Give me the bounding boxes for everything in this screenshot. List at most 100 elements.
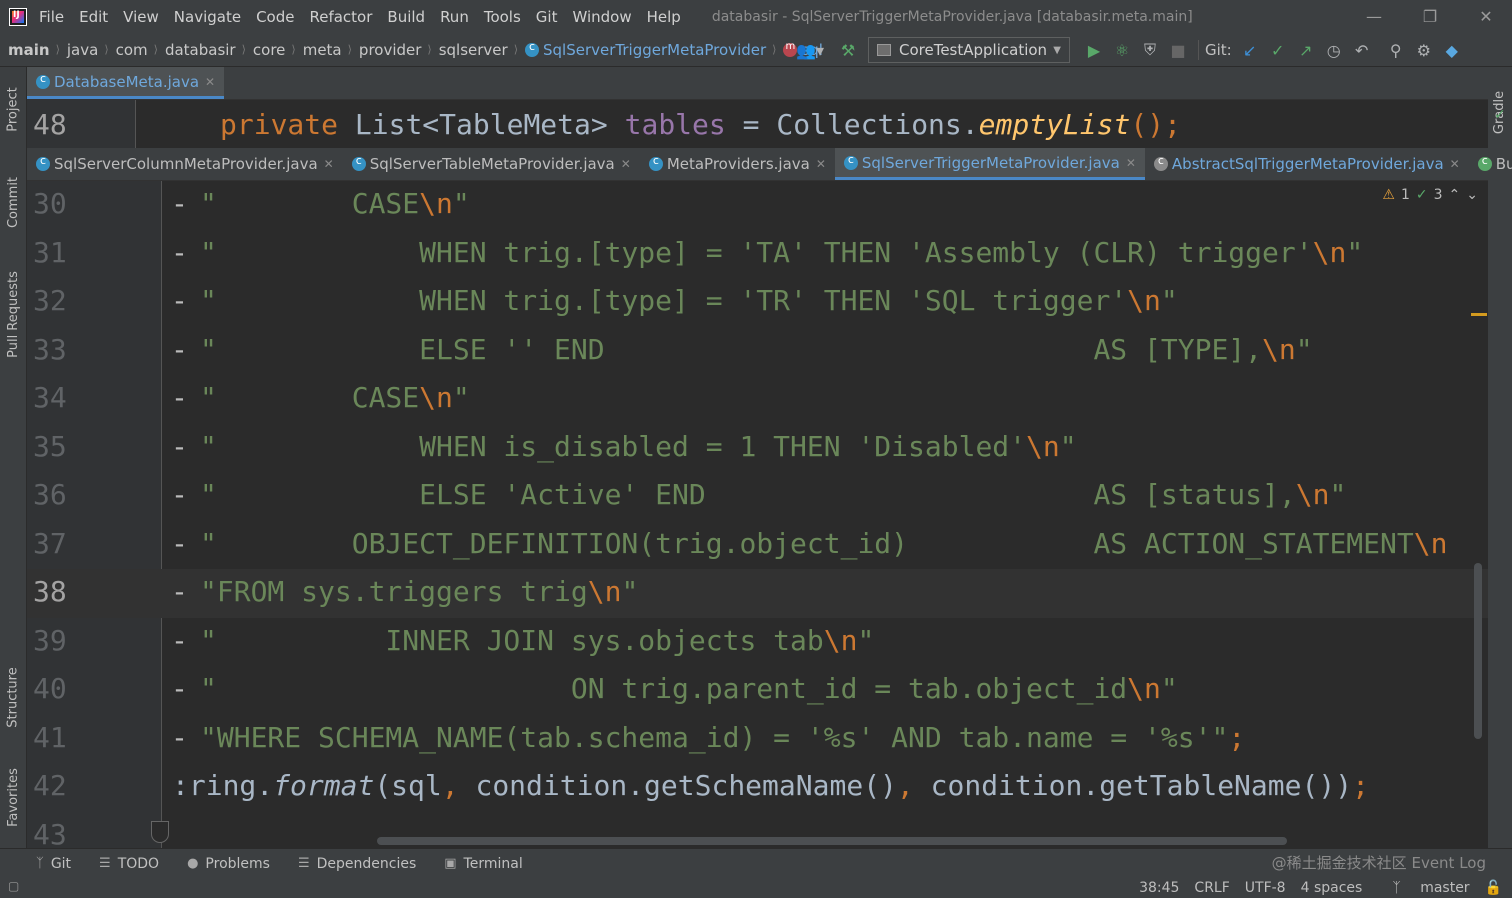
fold-marker[interactable]: -	[171, 187, 188, 220]
menu-navigate[interactable]: Navigate	[174, 8, 241, 26]
close-window-icon[interactable]: ✕	[1458, 0, 1512, 33]
code-line[interactable]: 34 - " CASE\n"	[27, 375, 1488, 424]
fold-marker[interactable]: -	[171, 430, 188, 463]
vertical-scrollbar[interactable]	[1474, 563, 1482, 739]
tool-window-favorites[interactable]: Favorites	[0, 752, 27, 842]
git-branch[interactable]: ᛉ master	[1377, 880, 1469, 896]
code-line[interactable]: 38 - "FROM sys.triggers trig\n"	[27, 569, 1488, 618]
breadcrumb-core[interactable]: core	[246, 41, 286, 59]
minimize-icon[interactable]: —	[1346, 0, 1402, 33]
code-line[interactable]: 35 - " WHEN is_disabled = 1 THEN 'Disabled…	[27, 424, 1488, 473]
close-icon[interactable]: ✕	[621, 157, 631, 171]
fold-marker[interactable]: -	[171, 284, 188, 317]
tool-dependencies[interactable]: ☰ Dependencies	[298, 856, 416, 872]
breadcrumb-sqlserver[interactable]: sqlserver	[432, 41, 508, 59]
close-icon[interactable]: ✕	[324, 157, 334, 171]
menu-build[interactable]: Build	[387, 8, 425, 26]
breadcrumb-com[interactable]: com	[109, 41, 148, 59]
fold-marker[interactable]: -	[171, 381, 188, 414]
breadcrumb-databasir[interactable]: databasir	[158, 41, 236, 59]
breadcrumb-main[interactable]: main	[0, 41, 50, 59]
code-line[interactable]: 42:ring.format(sql, condition.getSchemaN…	[27, 763, 1488, 812]
menu-edit[interactable]: Edit	[79, 8, 108, 26]
code-line[interactable]: 37 - " OBJECT_DEFINITION(trig.object_id) A…	[27, 521, 1488, 570]
tab-build[interactable]: Buil⌄	[1469, 148, 1512, 180]
git-push-icon[interactable]: ↗	[1292, 36, 1320, 64]
chevron-down-icon[interactable]: ⌄	[1466, 187, 1478, 203]
lock-icon[interactable]: 🔓	[1485, 880, 1502, 896]
event-log[interactable]: Event Log	[1411, 854, 1486, 872]
run-config-selector[interactable]: CoreTestApplication ▼	[868, 37, 1070, 63]
git-update-icon[interactable]: ↙	[1236, 36, 1264, 64]
debug-icon[interactable]: ⚛	[1108, 36, 1136, 64]
code-line[interactable]: 41 - "WHERE SCHEMA_NAME(tab.schema_id) = '…	[27, 715, 1488, 764]
tool-window-pull-requests[interactable]: Pull Requests	[0, 257, 27, 372]
breadcrumb-meta[interactable]: meta	[296, 41, 342, 59]
coverage-icon[interactable]: ⛨	[1136, 36, 1164, 64]
code-line[interactable]: 32 - " WHEN trig.[type] = 'TR' THEN 'SQL t…	[27, 278, 1488, 327]
close-icon[interactable]: ✕	[1126, 156, 1136, 170]
code-line[interactable]: 30 - " CASE\n"	[27, 181, 1488, 230]
fold-marker[interactable]: -	[171, 333, 188, 366]
run-icon[interactable]: ▶	[1080, 36, 1108, 64]
menu-run[interactable]: Run	[440, 8, 469, 26]
sticky-code[interactable]: private List<TableMeta> tables = Collect…	[220, 108, 1181, 141]
fold-end-icon[interactable]	[151, 821, 169, 843]
breadcrumb-java[interactable]: java	[60, 41, 98, 59]
menu-refactor[interactable]: Refactor	[309, 8, 372, 26]
code-line[interactable]: 31 - " WHEN trig.[type] = 'TA' THEN 'Assem…	[27, 230, 1488, 279]
tab-tablemetaprovider[interactable]: SqlServerTableMetaProvider.java ✕	[343, 148, 640, 180]
tab-databasemeta[interactable]: DatabaseMeta.java ✕	[27, 67, 225, 99]
build-hammer-icon[interactable]: ⚒	[834, 36, 862, 64]
fold-marker[interactable]: -	[171, 624, 188, 657]
chevron-up-icon[interactable]: ⌃	[1449, 187, 1461, 203]
tab-columnmetaprovider[interactable]: SqlServerColumnMetaProvider.java ✕	[27, 148, 343, 180]
code-editor[interactable]: 30- " CASE\n" 31- " WHEN trig.[type] = 'TA'…	[27, 181, 1488, 848]
menu-view[interactable]: View	[123, 8, 159, 26]
rollback-icon[interactable]: ↶	[1348, 36, 1376, 64]
menu-window[interactable]: Window	[572, 8, 631, 26]
tab-triggermetaprovider[interactable]: SqlServerTriggerMetaProvider.java ✕	[834, 148, 1145, 180]
restore-icon[interactable]: ❐	[1402, 0, 1458, 33]
fold-marker[interactable]: -	[171, 672, 188, 705]
code-line[interactable]: 36 - " ELSE 'Active' END AS [status],\n"	[27, 472, 1488, 521]
tool-window-project[interactable]: Project	[0, 69, 27, 149]
menu-git[interactable]: Git	[536, 8, 558, 26]
inspection-widget[interactable]: ⚠ 1 ✓ 3 ⌃ ⌄	[1382, 187, 1478, 203]
close-icon[interactable]: ✕	[816, 157, 826, 171]
fold-marker[interactable]: -	[171, 575, 188, 608]
layout-icon[interactable]: ▢	[8, 879, 19, 893]
breadcrumb-provider[interactable]: provider	[352, 41, 422, 59]
menu-code[interactable]: Code	[256, 8, 294, 26]
fold-marker[interactable]: -	[171, 721, 188, 754]
code-line[interactable]: 33 - " ELSE '' END AS [TYPE],\n"	[27, 327, 1488, 376]
horizontal-scrollbar[interactable]	[377, 837, 1287, 845]
indent-setting[interactable]: 4 spaces	[1301, 880, 1363, 896]
warning-marker[interactable]	[1471, 313, 1487, 316]
menu-file[interactable]: File	[39, 8, 64, 26]
tool-window-commit[interactable]: Commit	[0, 162, 27, 242]
gear-icon[interactable]: ⚙	[1410, 36, 1438, 64]
tool-problems[interactable]: ● Problems	[187, 856, 270, 872]
menu-help[interactable]: Help	[647, 8, 681, 26]
search-icon[interactable]: ⚲	[1382, 36, 1410, 64]
tool-terminal[interactable]: ▣ Terminal	[444, 856, 522, 872]
tool-window-structure[interactable]: Structure	[0, 652, 27, 742]
breadcrumb-class[interactable]: SqlServerTriggerMetaProvider	[518, 40, 766, 59]
tab-metaproviders[interactable]: MetaProviders.java ✕	[640, 148, 835, 180]
code-line[interactable]: 40 - " ON trig.parent_id = tab.object_id\n…	[27, 666, 1488, 715]
fold-marker[interactable]: -	[171, 527, 188, 560]
close-icon[interactable]: ✕	[1450, 157, 1460, 171]
add-user-icon[interactable]: 👥▾	[796, 36, 824, 64]
git-commit-icon[interactable]: ✓	[1264, 36, 1292, 64]
caret-position[interactable]: 38:45	[1139, 880, 1179, 896]
history-icon[interactable]: ◷	[1320, 36, 1348, 64]
tab-abstracttriggermetaprovider[interactable]: AbstractSqlTriggerMetaProvider.java ✕	[1145, 148, 1469, 180]
close-icon[interactable]: ✕	[205, 75, 215, 89]
tool-git[interactable]: ᛉ Git	[36, 856, 71, 872]
stop-icon[interactable]: ■	[1164, 36, 1192, 64]
fold-marker[interactable]: -	[171, 478, 188, 511]
fold-marker[interactable]: -	[171, 236, 188, 269]
toolbox-icon[interactable]: ◆	[1438, 36, 1466, 64]
menu-tools[interactable]: Tools	[484, 8, 521, 26]
